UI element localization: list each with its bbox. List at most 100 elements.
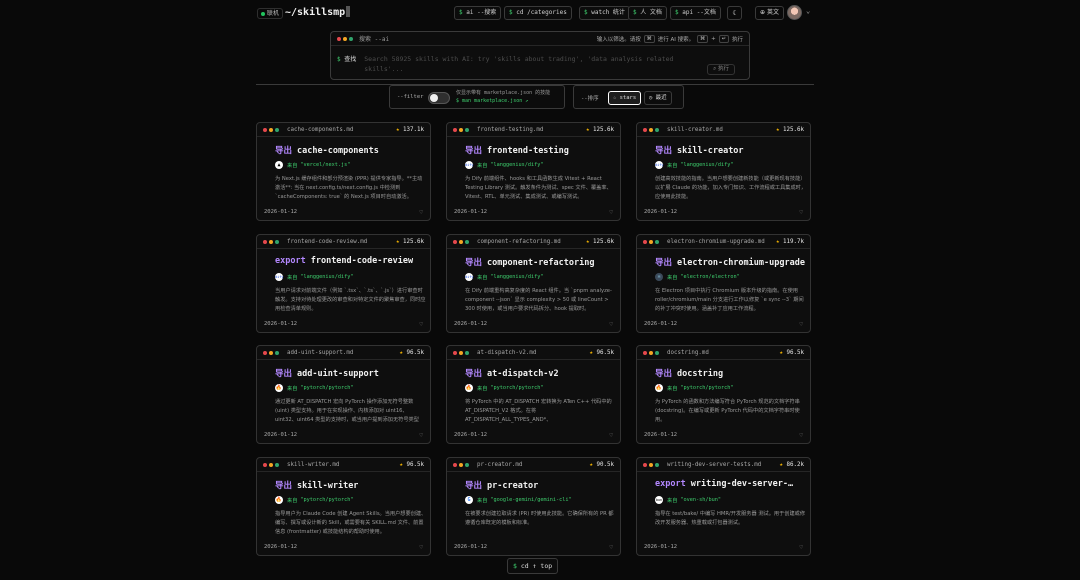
sort-recent-button[interactable]: ◷ 最近 — [644, 91, 672, 105]
nav-categories[interactable]: $ cd /categories — [504, 6, 572, 20]
card-stars: ★ 137.1k — [396, 126, 424, 133]
card-title[interactable]: export frontend-code-review — [275, 256, 413, 266]
heart-icon[interactable]: ♡ — [799, 544, 803, 551]
card-footer: 2026-01-12 ♡ — [644, 544, 803, 551]
card-titlebar: frontend-testing.md ★ 125.6k — [447, 123, 620, 137]
card-stars: ★ 96.5k — [779, 349, 804, 356]
skill-card[interactable]: writing-dev-server-tests.md ★ 86.2k expo… — [636, 457, 811, 556]
filter-label: --filter — [397, 94, 424, 100]
card-repo[interactable]: "electron/electron" — [680, 274, 739, 280]
repo-owner-icon: dify — [465, 161, 474, 169]
heart-icon[interactable]: ♡ — [419, 209, 423, 216]
card-repo[interactable]: "vercel/next.js" — [300, 162, 350, 168]
star-icon: ★ — [776, 126, 780, 133]
cmd-key-icon: ⌘ — [697, 34, 709, 43]
nav-stats[interactable]: $ watch 统计 — [579, 6, 630, 20]
card-repo[interactable]: "oven-sh/bun" — [680, 497, 721, 503]
heart-icon[interactable]: ♡ — [609, 321, 613, 328]
card-filename: writing-dev-server-tests.md — [667, 461, 762, 468]
heart-icon[interactable]: ♡ — [799, 432, 803, 439]
skill-card[interactable]: add-uint-support.md ★ 96.5k 导出 add-uint-s… — [256, 345, 431, 444]
card-repo[interactable]: "pytorch/pytorch" — [680, 385, 733, 391]
card-title[interactable]: 导出 at-dispatch-v2 — [465, 367, 559, 379]
skill-card[interactable]: component-refactoring.md ★ 125.6k 导出 comp… — [446, 234, 621, 333]
card-title[interactable]: 导出 skill-creator — [655, 144, 744, 156]
user-avatar[interactable] — [787, 5, 802, 20]
status-dot-icon — [261, 11, 265, 16]
window-dots — [337, 36, 353, 41]
card-title[interactable]: 导出 docstring — [655, 367, 723, 379]
window-dots — [263, 462, 279, 467]
card-repo[interactable]: "langgenius/dify" — [490, 274, 543, 280]
star-icon: ★ — [586, 126, 590, 133]
card-titlebar: docstring.md ★ 96.5k — [637, 346, 810, 360]
theme-toggle-button[interactable]: ☾ — [727, 6, 742, 20]
card-title[interactable]: 导出 component-refactoring — [465, 256, 594, 268]
star-icon: ★ — [396, 126, 400, 133]
sort-stars-button[interactable]: ☆ stars — [608, 91, 642, 105]
card-repo[interactable]: "langgenius/dify" — [300, 274, 353, 280]
card-date: 2026-01-12 — [264, 432, 298, 438]
card-footer: 2026-01-12 ♡ — [454, 209, 613, 216]
card-description: 指导在 test/bake/ 中编写 HMR/开发服务器 测试。用于创建或修改开… — [655, 511, 806, 526]
card-title[interactable]: 导出 cache-components — [275, 144, 379, 156]
skill-card[interactable]: frontend-code-review.md ★ 125.6k export f… — [256, 234, 431, 333]
site-brand[interactable]: ~/skillsmp — [285, 6, 351, 18]
skill-card[interactable]: skill-creator.md ★ 125.6k 导出 skill-creato… — [636, 122, 811, 221]
skill-card[interactable]: frontend-testing.md ★ 125.6k 导出 frontend-… — [446, 122, 621, 221]
card-titlebar: skill-writer.md ★ 96.5k — [257, 458, 430, 472]
heart-icon[interactable]: ♡ — [799, 321, 803, 328]
window-dots — [453, 239, 469, 244]
nav-ai-search[interactable]: $ ai --搜索 — [454, 6, 502, 20]
card-repo[interactable]: "langgenius/dify" — [680, 162, 733, 168]
man-marketplace-link[interactable]: $ man marketplace.json ↗ — [456, 97, 550, 105]
repo-owner-icon: 🔥 — [275, 384, 283, 392]
card-titlebar: pr-creator.md ★ 90.5k — [447, 458, 620, 472]
heart-icon[interactable]: ♡ — [419, 321, 423, 328]
heart-icon[interactable]: ♡ — [609, 432, 613, 439]
language-button[interactable]: ⊕ 英文 — [755, 6, 784, 20]
back-to-top-button[interactable]: $ cd ↑ top — [507, 558, 559, 574]
card-filename: add-uint-support.md — [287, 349, 354, 356]
heart-icon[interactable]: ♡ — [419, 432, 423, 439]
card-repo[interactable]: "pytorch/pytorch" — [300, 385, 353, 391]
card-date: 2026-01-12 — [644, 321, 678, 327]
card-repo[interactable]: "pytorch/pytorch" — [490, 385, 543, 391]
search-execute-button[interactable]: ⌕ 执行 — [707, 64, 735, 75]
card-titlebar: frontend-code-review.md ★ 125.6k — [257, 235, 430, 249]
moon-icon: ☾ — [732, 9, 737, 17]
card-repo[interactable]: "google-gemini/gemini-cli" — [490, 497, 571, 503]
card-source: 🔥 来自 "pytorch/pytorch" — [465, 384, 544, 392]
heart-icon[interactable]: ♡ — [799, 209, 803, 216]
card-title[interactable]: 导出 electron-chromium-upgrade — [655, 256, 805, 268]
skill-card[interactable]: at-dispatch-v2.md ★ 96.5k 导出 at-dispatch-… — [446, 345, 621, 444]
card-title[interactable]: 导出 skill-writer — [275, 479, 358, 491]
card-stars: ★ 96.5k — [399, 349, 424, 356]
search-input[interactable]: Search 58925 skills with AI: try 'skills… — [364, 54, 694, 73]
card-stars: ★ 125.6k — [776, 126, 804, 133]
card-repo[interactable]: "langgenius/dify" — [490, 162, 543, 168]
skill-card[interactable]: docstring.md ★ 96.5k 导出 docstring 🔥 来自 "p… — [636, 345, 811, 444]
card-footer: 2026-01-12 ♡ — [264, 544, 423, 551]
card-repo[interactable]: "pytorch/pytorch" — [300, 497, 353, 503]
card-title[interactable]: 导出 frontend-testing — [465, 144, 569, 156]
heart-icon[interactable]: ♡ — [609, 544, 613, 551]
skill-card[interactable]: skill-writer.md ★ 96.5k 导出 skill-writer 🔥… — [256, 457, 431, 556]
skill-card[interactable]: pr-creator.md ★ 90.5k 导出 pr-creator G 来自 … — [446, 457, 621, 556]
chevron-down-icon[interactable]: ⌄ — [806, 7, 810, 15]
enter-key-icon: ↵ — [718, 34, 729, 43]
nav-api-docs[interactable]: $ api --文档 — [670, 6, 721, 20]
card-title[interactable]: export writing-dev-server-… — [655, 479, 793, 489]
heart-icon[interactable]: ♡ — [609, 209, 613, 216]
nav-docs[interactable]: $ 人 文档 — [628, 6, 667, 20]
card-filename: skill-creator.md — [667, 126, 723, 133]
window-dots — [643, 350, 659, 355]
card-source: ▲ 来自 "vercel/next.js" — [275, 161, 350, 169]
card-title[interactable]: 导出 add-uint-support — [275, 367, 379, 379]
marketplace-toggle[interactable] — [428, 92, 450, 104]
skill-card[interactable]: cache-components.md ★ 137.1k 导出 cache-com… — [256, 122, 431, 221]
heart-icon[interactable]: ♡ — [419, 544, 423, 551]
card-source: ⚛ 来自 "electron/electron" — [655, 273, 740, 281]
card-title[interactable]: 导出 pr-creator — [465, 479, 538, 491]
skill-card[interactable]: electron-chromium-upgrade.md ★ 119.7k 导出… — [636, 234, 811, 333]
